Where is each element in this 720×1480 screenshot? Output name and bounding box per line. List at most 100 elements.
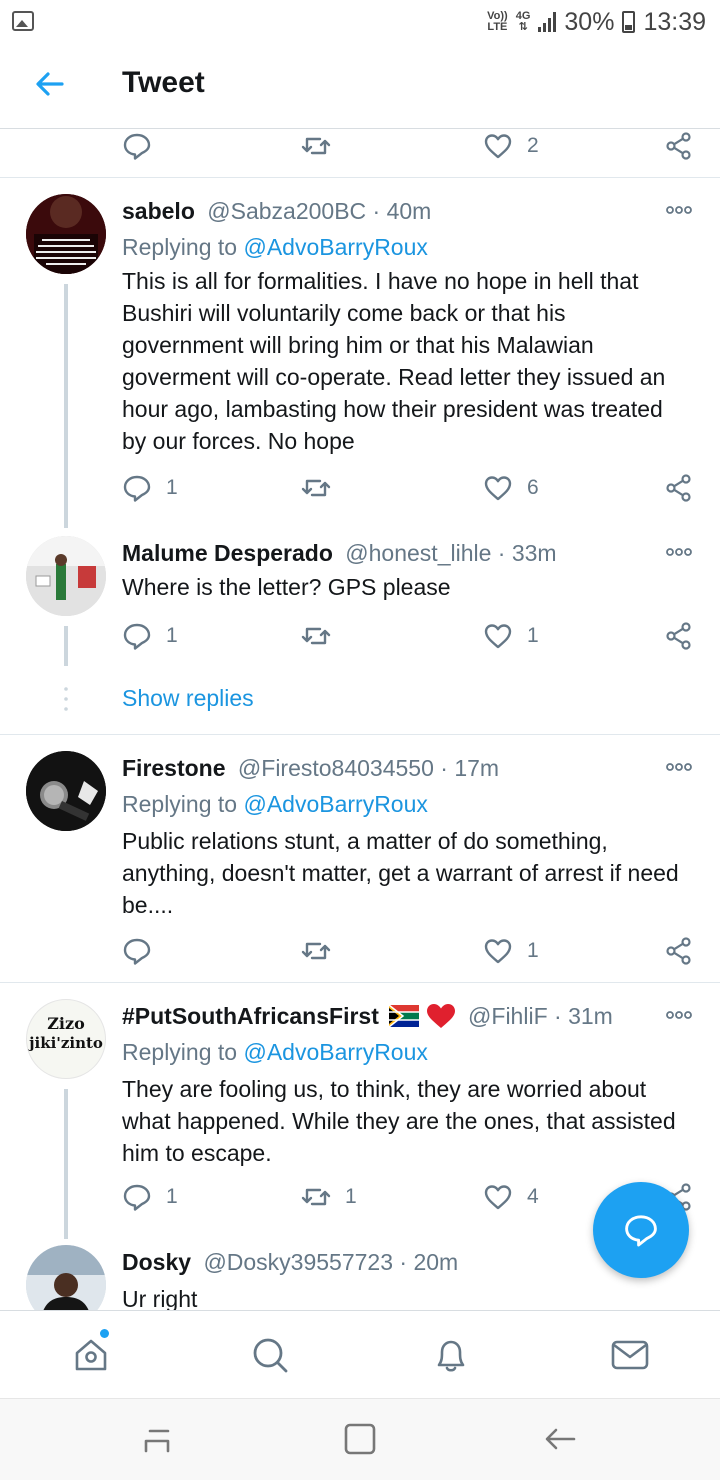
avatar-image — [26, 536, 106, 616]
retweet-button[interactable] — [301, 931, 331, 971]
notifications-icon — [437, 1340, 465, 1372]
avatar[interactable] — [26, 194, 106, 274]
signal-icon — [538, 12, 557, 32]
display-name[interactable]: Dosky — [122, 1249, 191, 1275]
compose-reply-icon — [625, 1215, 657, 1247]
back-arrow-icon — [36, 72, 64, 96]
reply-count: 1 — [166, 624, 178, 647]
nav-notifications[interactable] — [431, 1335, 471, 1375]
share-icon — [666, 937, 691, 965]
tweet-text: This is all for formalities. I have no h… — [122, 268, 666, 454]
more-options-icon[interactable] — [666, 204, 692, 216]
compose-reply-button[interactable] — [593, 1182, 689, 1278]
nav-messages[interactable] — [610, 1335, 650, 1375]
more-options-icon[interactable] — [666, 1009, 692, 1021]
reply-button[interactable]: 1 — [122, 468, 178, 508]
replying-prefix: Replying to — [122, 791, 238, 817]
handle[interactable]: @FihliF — [468, 1003, 548, 1029]
tweet-header: sabelo @Sabza200BC · 40m — [122, 198, 650, 225]
show-replies-link[interactable]: Show replies — [122, 685, 254, 712]
display-name[interactable]: Firestone — [122, 755, 226, 781]
replying-to: Replying to @AdvoBarryRoux — [122, 1039, 428, 1066]
retweet-icon — [301, 1188, 331, 1206]
reply-button[interactable] — [122, 130, 152, 166]
system-back-button[interactable] — [542, 1421, 578, 1457]
more-options-icon[interactable] — [666, 546, 692, 558]
like-count: 6 — [527, 476, 539, 499]
like-button[interactable]: 1 — [483, 616, 539, 656]
more-options-icon[interactable] — [666, 761, 692, 773]
home-system-button[interactable] — [342, 1421, 378, 1457]
heart-icon — [484, 134, 512, 159]
system-navigation-bar — [0, 1398, 720, 1480]
tweet-text: Ur right — [122, 1286, 198, 1310]
like-button[interactable]: 2 — [483, 130, 539, 166]
retweet-icon — [301, 137, 331, 155]
mention-link[interactable]: @AdvoBarryRoux — [243, 791, 427, 817]
south-africa-flag-icon — [388, 1004, 420, 1028]
recent-apps-icon — [144, 1429, 170, 1453]
retweet-icon — [301, 942, 331, 960]
share-icon — [666, 474, 691, 502]
recent-apps-button[interactable] — [140, 1421, 176, 1457]
red-heart-icon — [426, 1004, 455, 1028]
app-header: Tweet — [0, 44, 720, 129]
avatar[interactable] — [26, 536, 106, 616]
handle[interactable]: @Dosky39557723 — [203, 1249, 393, 1275]
retweet-button[interactable] — [301, 130, 331, 166]
heart-icon — [484, 1185, 512, 1210]
reply-tweet[interactable]: Malume Desperado @honest_lihle · 33m Whe… — [0, 528, 720, 734]
status-indicators: Vo)) LTE 4G ⇅ 30% 13:39 — [487, 6, 706, 38]
status-bar: Vo)) LTE 4G ⇅ 30% 13:39 — [0, 0, 720, 44]
retweet-button[interactable]: 1 — [301, 1177, 357, 1217]
avatar[interactable]: Zizo jiki'zinto — [26, 999, 106, 1079]
handle[interactable]: @honest_lihle — [345, 540, 491, 566]
like-button[interactable]: 4 — [483, 1177, 539, 1217]
network-type: 4G ⇅ — [516, 11, 531, 33]
back-button[interactable] — [32, 66, 68, 102]
like-count: 1 — [527, 939, 539, 962]
heart-icon — [484, 476, 512, 501]
reply-count: 1 — [166, 1185, 178, 1208]
nav-home[interactable] — [71, 1335, 111, 1375]
like-count: 4 — [527, 1185, 539, 1208]
retweet-button[interactable] — [301, 616, 331, 656]
avatar-image — [26, 1245, 106, 1310]
handle[interactable]: @Firesto84034550 — [238, 755, 434, 781]
battery-percent: 30% — [564, 7, 615, 36]
reply-icon — [123, 938, 151, 965]
retweet-button[interactable] — [301, 468, 331, 508]
share-button[interactable] — [664, 468, 694, 508]
reply-button[interactable] — [122, 931, 152, 971]
tweet-header: Malume Desperado @honest_lihle · 33m — [122, 540, 650, 567]
reply-button[interactable]: 1 — [122, 1177, 178, 1217]
messages-icon — [611, 1340, 649, 1370]
avatar[interactable] — [26, 751, 106, 831]
display-name[interactable]: Malume Desperado — [122, 540, 333, 566]
mention-link[interactable]: @AdvoBarryRoux — [243, 234, 427, 260]
share-button[interactable] — [664, 931, 694, 971]
reply-tweet[interactable]: Firestone @Firesto84034550 · 17m Replyin… — [0, 735, 720, 982]
heart-icon — [484, 624, 512, 649]
like-button[interactable]: 1 — [483, 931, 539, 971]
mention-link[interactable]: @AdvoBarryRoux — [243, 1039, 427, 1065]
bottom-navigation — [0, 1310, 720, 1398]
handle[interactable]: @Sabza200BC — [207, 198, 366, 224]
avatar-image — [26, 194, 106, 274]
reply-feed[interactable]: 2 sabelo @Sabza200BC · 40m Replying to @… — [0, 130, 720, 1310]
reply-icon — [123, 133, 151, 160]
like-button[interactable]: 6 — [483, 468, 539, 508]
nav-search[interactable] — [250, 1335, 290, 1375]
tweet-header: Dosky @Dosky39557723 · 20m — [122, 1249, 650, 1276]
share-button[interactable] — [664, 130, 694, 166]
display-name[interactable]: sabelo — [122, 198, 195, 224]
avatar-text-line2: jiki'zinto — [29, 1034, 103, 1052]
reply-button[interactable]: 1 — [122, 616, 178, 656]
reply-tweet[interactable]: sabelo @Sabza200BC · 40m Replying to @Ad… — [0, 178, 720, 528]
gallery-notification-icon — [12, 11, 34, 31]
avatar[interactable] — [26, 1245, 106, 1310]
display-name[interactable]: #PutSouthAfricansFirst — [122, 1003, 379, 1029]
timestamp: · 40m — [372, 198, 432, 224]
share-button[interactable] — [664, 616, 694, 656]
thread-more-dots — [64, 687, 68, 711]
